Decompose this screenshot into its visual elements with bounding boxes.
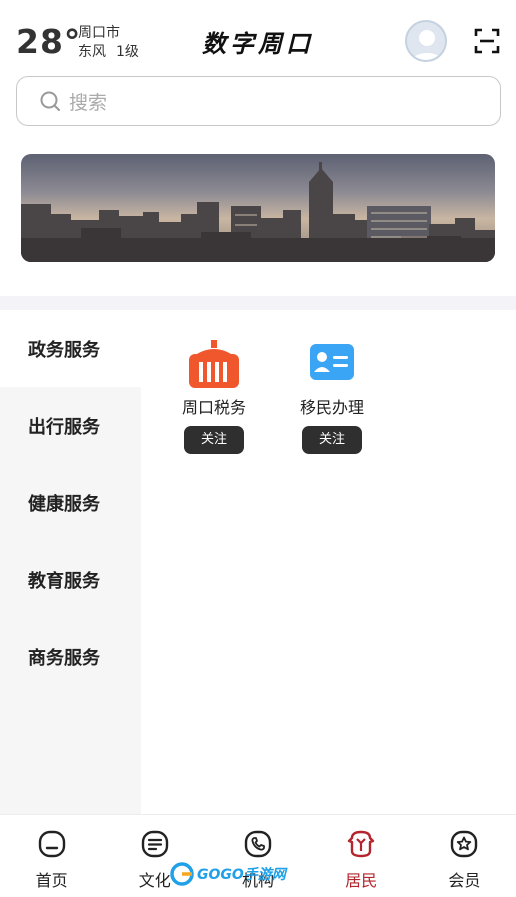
service-name: 周口税务: [181, 398, 246, 417]
search-placeholder: 搜索: [69, 91, 108, 114]
watermark-text: GOGO手游网: [197, 867, 286, 883]
service-item-immigration[interactable]: 移民办理 关注: [287, 340, 377, 454]
watermark: GOGO手游网: [170, 862, 286, 886]
watermark-logo-icon: [170, 862, 194, 886]
category-sidebar: 政务服务 出行服务 健康服务 教育服务 商务服务: [0, 310, 141, 814]
tab-label: 会员: [448, 871, 481, 890]
search-bar[interactable]: 搜索: [16, 76, 501, 126]
tax-building-icon: [189, 340, 239, 388]
service-item-tax[interactable]: 周口税务 关注: [169, 340, 259, 454]
city-skyline-banner[interactable]: [21, 154, 495, 262]
follow-button[interactable]: 关注: [184, 426, 244, 454]
sidebar-item-health[interactable]: 健康服务: [0, 464, 141, 541]
sidebar-item-education[interactable]: 教育服务: [0, 541, 141, 618]
phone-icon: [244, 830, 272, 858]
avatar[interactable]: [405, 20, 447, 62]
home-icon: [38, 830, 65, 858]
member-star-icon: [451, 830, 478, 858]
id-card-icon: [310, 344, 354, 380]
sidebar-item-travel[interactable]: 出行服务: [0, 387, 141, 464]
sidebar-item-government[interactable]: 政务服务: [0, 310, 141, 387]
tab-label: 居民: [345, 871, 378, 890]
scan-icon[interactable]: [474, 28, 500, 54]
tab-home[interactable]: 首页: [0, 815, 103, 897]
tab-resident[interactable]: 居民: [310, 815, 413, 897]
search-icon: [40, 91, 60, 111]
sidebar-item-business[interactable]: 商务服务: [0, 618, 141, 695]
skyline-image: [21, 154, 495, 262]
tab-label: 文化: [138, 871, 171, 890]
section-divider: [0, 296, 516, 310]
follow-button[interactable]: 关注: [302, 426, 362, 454]
service-name: 移民办理: [299, 398, 364, 417]
header: 28° 周口市 东风 1级 数字周口: [0, 0, 516, 76]
resident-icon: [348, 830, 375, 858]
service-list: 周口税务 关注 移民办理 关注: [141, 310, 516, 814]
culture-icon: [141, 830, 168, 858]
tab-label: 首页: [35, 871, 68, 890]
tab-member[interactable]: 会员: [413, 815, 516, 897]
